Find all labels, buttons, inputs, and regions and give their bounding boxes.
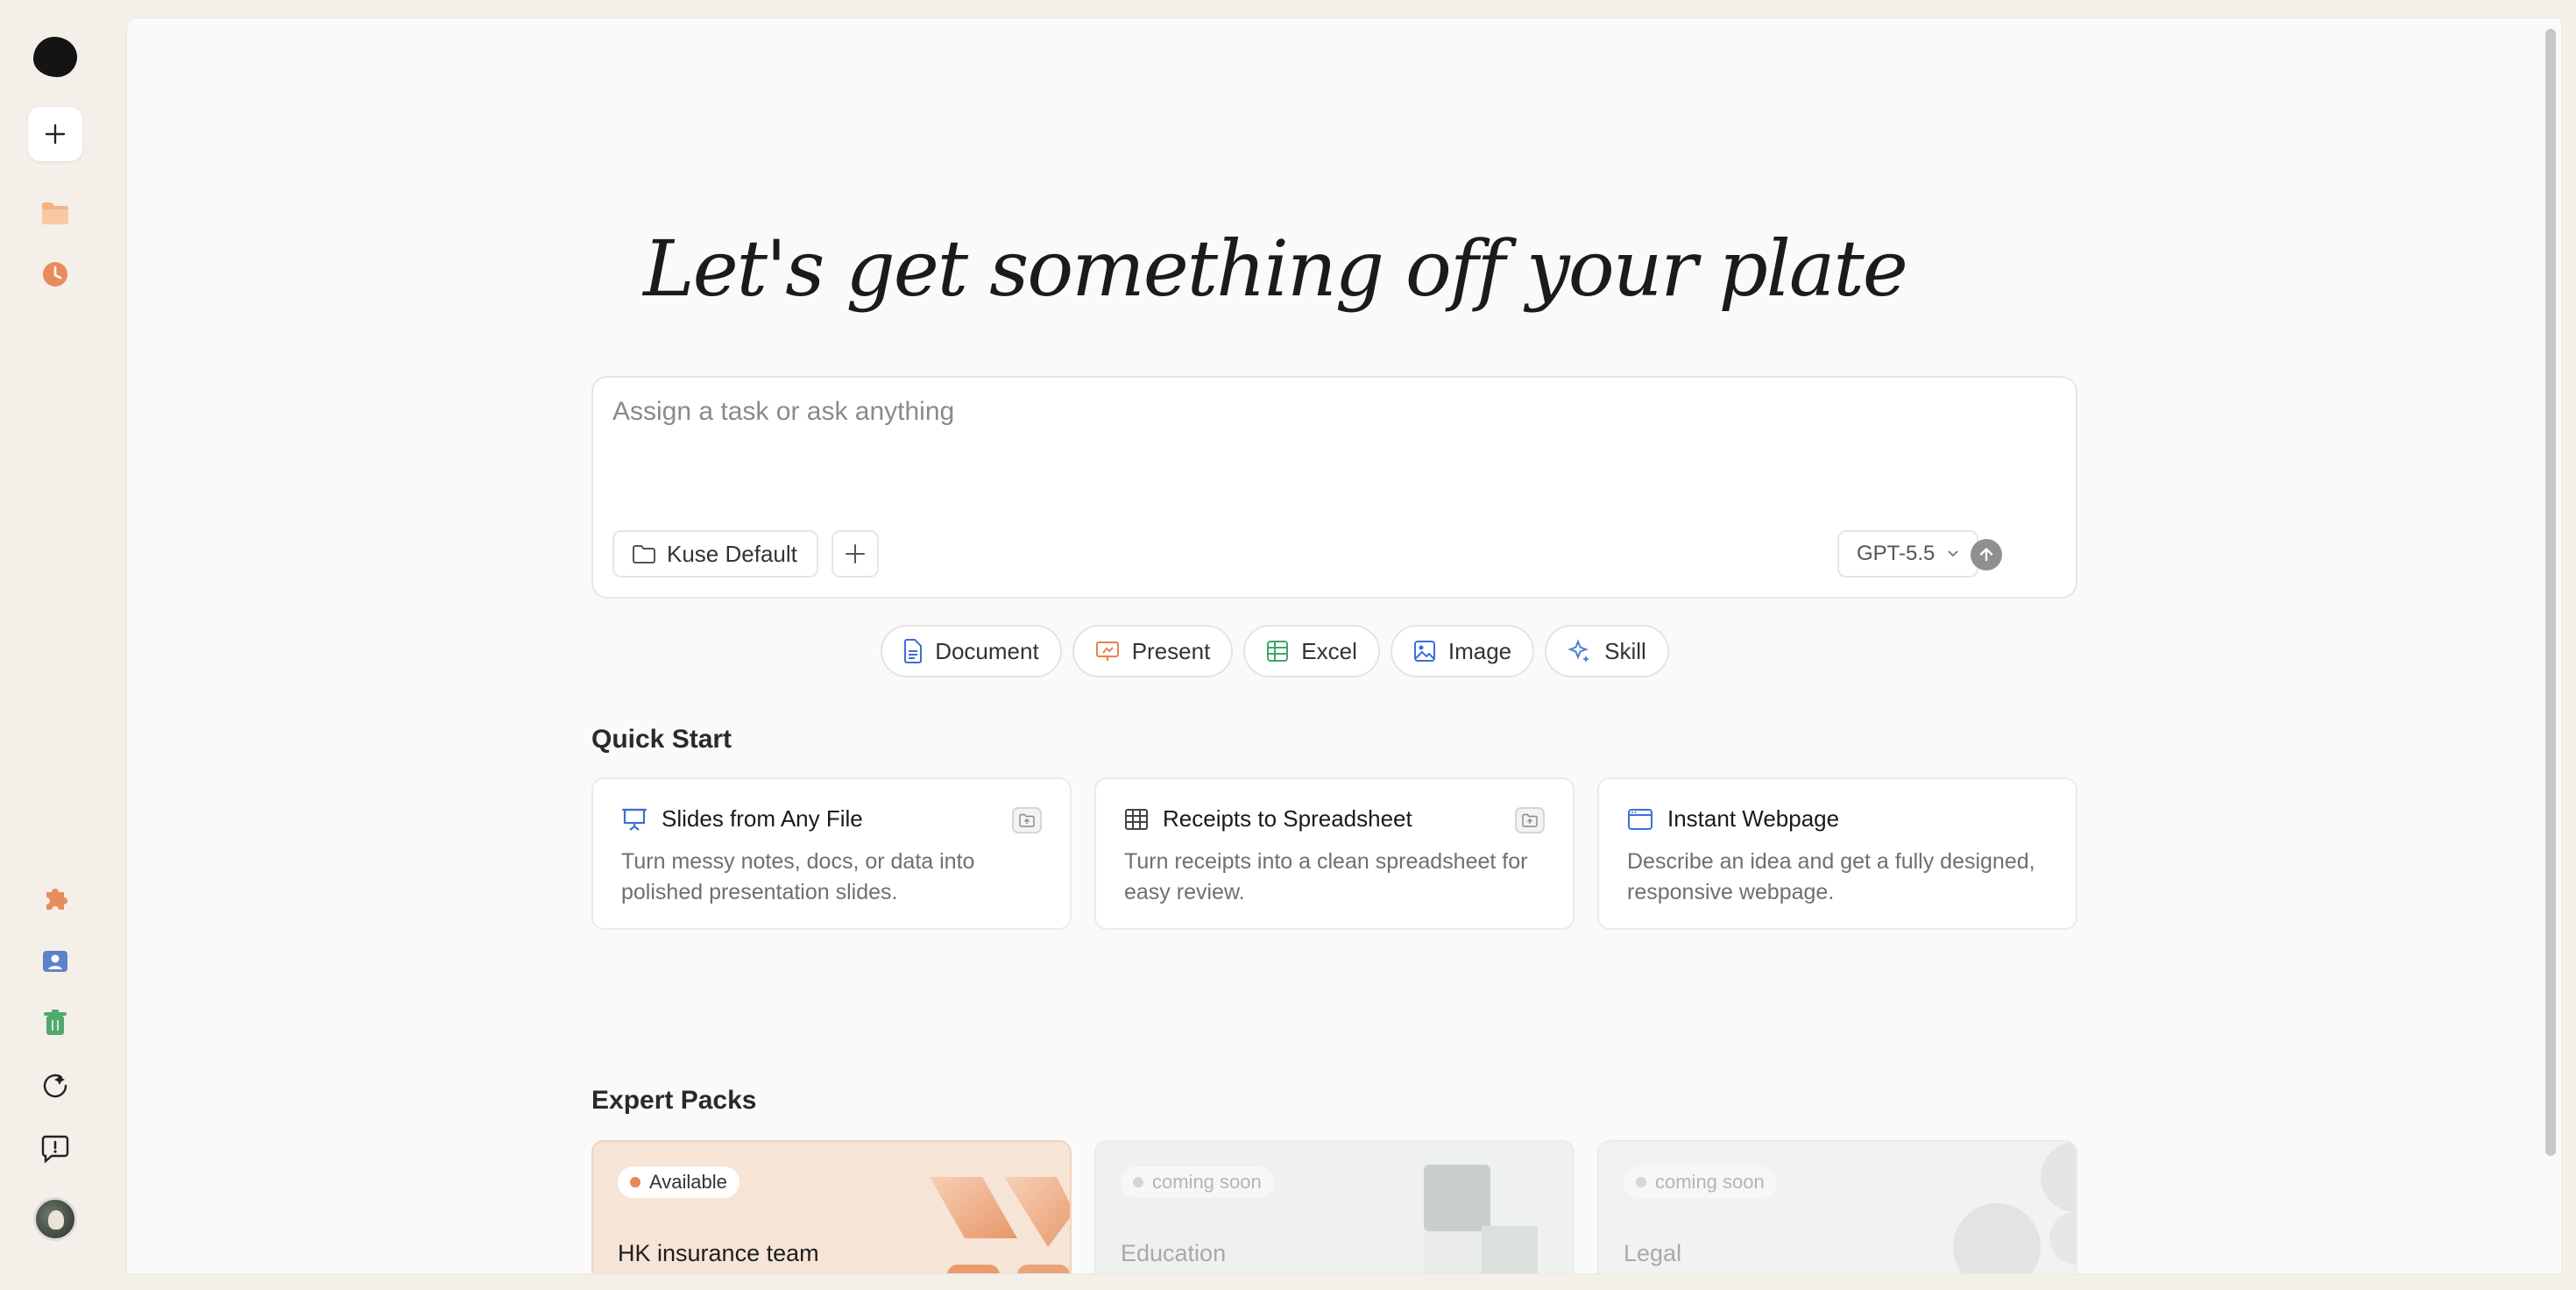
card-title: Receipts to Spreadsheet [1163,805,1412,832]
attach-button[interactable] [832,530,879,578]
history-icon [43,262,67,287]
pack-name: HK insurance team [618,1240,819,1266]
browser-window-icon [1628,808,1652,830]
decorative-shapes [1424,1165,1538,1273]
contact-card-icon [43,951,67,972]
pack-name: Legal [1624,1240,1682,1266]
status-badge: coming soon [1624,1166,1777,1198]
folder-outline-icon [633,545,655,563]
arrow-up-icon [1979,548,1993,562]
app-window: Let's get something off your plate Kuse … [0,0,2576,1290]
output-type-chips: Document Present Excel Image Skill [127,625,2423,677]
task-input[interactable] [612,397,2049,476]
plus-icon [45,124,66,145]
puzzle-icon [46,889,67,910]
trash-button[interactable] [28,996,82,1050]
quick-start-card[interactable]: Slides from Any File Turn messy notes, d… [591,777,1072,930]
send-button[interactable] [1971,539,2002,571]
card-title: Instant Webpage [1667,805,1840,832]
decorative-shapes [930,1177,1070,1273]
quick-start-card[interactable]: Instant Webpage Describe an idea and get… [1597,777,2077,930]
image-icon [1413,641,1435,662]
presentation-icon [1095,641,1119,661]
contacts-button[interactable] [28,934,82,989]
quick-start-cards: Slides from Any File Turn messy notes, d… [591,777,2077,930]
chip-document[interactable]: Document [881,625,1062,677]
chip-label: Document [935,637,1039,664]
chip-label: Excel [1301,637,1357,664]
chip-label: Present [1131,637,1211,664]
workspace-selector[interactable]: Kuse Default [612,530,818,578]
trash-icon [44,1010,67,1035]
card-description: Turn messy notes, docs, or data into pol… [621,849,975,904]
pack-name: Education [1121,1240,1227,1266]
sidebar [0,0,126,1290]
expert-pack-card: coming soon Education [1094,1140,1575,1273]
expert-pack-card: coming soon Legal [1597,1140,2077,1273]
chip-image[interactable]: Image [1390,625,1535,677]
feedback-button[interactable] [28,1122,82,1176]
card-description: Turn receipts into a clean spreadsheet f… [1124,849,1528,904]
page-title: Let's get something off your plate [643,223,1908,314]
chip-excel[interactable]: Excel [1243,625,1380,677]
model-label: GPT-5.5 [1857,542,1936,565]
plugins-button[interactable] [28,870,82,925]
files-button[interactable] [28,186,82,240]
chip-label: Skill [1604,637,1646,664]
sparkle-icon [1568,639,1590,663]
user-avatar[interactable] [28,1192,82,1246]
status-badge: coming soon [1121,1166,1274,1198]
upload-file-icon[interactable] [1515,807,1545,833]
chip-label: Image [1447,637,1512,664]
sparkle-refresh-icon [43,1074,67,1098]
status-badge: Available [618,1166,740,1198]
spreadsheet-icon [1267,641,1289,662]
new-task-button[interactable] [28,107,82,161]
model-selector[interactable]: GPT-5.5 [1837,530,1979,578]
expert-pack-cards: Available HK insurance team coming soon … [591,1140,2077,1273]
scrollbar[interactable] [2545,29,2556,1156]
chip-skill[interactable]: Skill [1545,625,1669,677]
card-description: Describe an idea and get a fully designe… [1627,849,2035,904]
presentation-board-icon [621,808,648,831]
workspace-label: Kuse Default [667,540,797,567]
expert-pack-card[interactable]: Available HK insurance team [591,1140,1072,1273]
folder-icon [42,202,68,224]
plus-icon [846,544,865,563]
document-icon [904,639,923,663]
quick-start-title: Quick Start [591,725,732,754]
feedback-icon [41,1135,69,1163]
quick-start-card[interactable]: Receipts to Spreadsheet Turn receipts in… [1094,777,1575,930]
expert-packs-title: Expert Packs [591,1086,757,1115]
whats-new-button[interactable] [28,1059,82,1113]
history-button[interactable] [28,247,82,301]
chevron-down-icon [1948,550,1959,557]
upload-file-icon[interactable] [1012,807,1042,833]
decorative-shapes [1953,1142,2076,1273]
card-title: Slides from Any File [662,805,863,832]
main-panel: Let's get something off your plate Kuse … [126,18,2562,1274]
chip-present[interactable]: Present [1072,625,1234,677]
table-icon [1125,808,1148,830]
app-logo[interactable] [28,30,82,84]
composer: Kuse Default GPT-5.5 [591,376,2077,599]
